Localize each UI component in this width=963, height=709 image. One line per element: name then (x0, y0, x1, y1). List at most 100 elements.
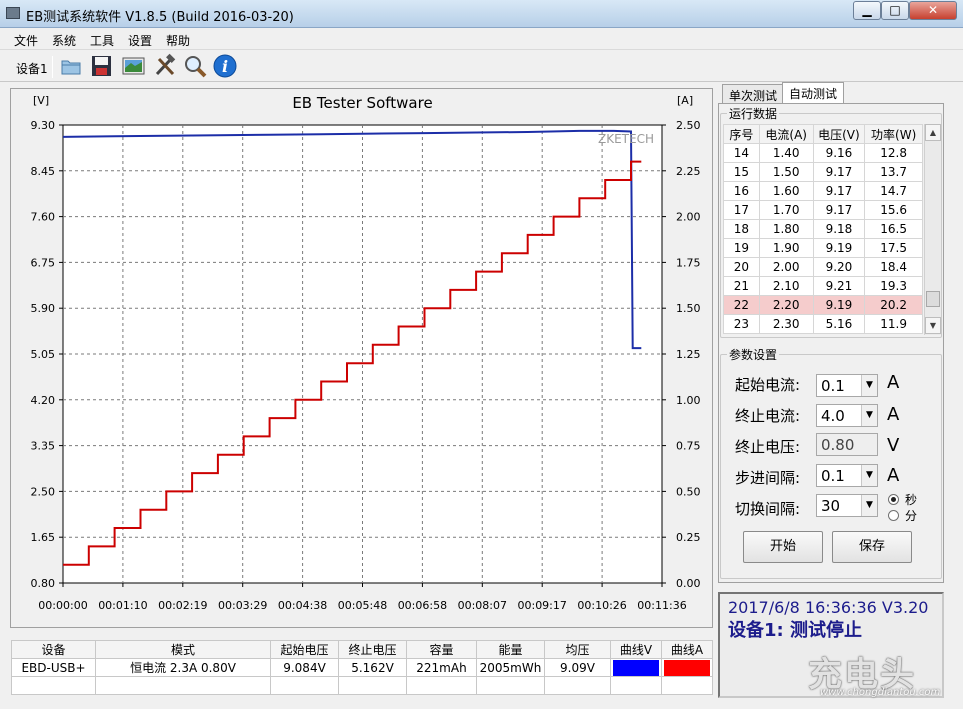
radio-seconds[interactable] (888, 494, 899, 505)
table-row[interactable]: 14 1.40 9.16 12.8 (723, 143, 923, 163)
curve-v-swatch[interactable] (613, 659, 659, 676)
menu-tools[interactable]: 工具 (90, 32, 114, 49)
empty-cell (544, 676, 611, 695)
table-row[interactable]: 20 2.00 9.20 18.4 (723, 257, 923, 277)
scroll-down-button[interactable]: ▼ (925, 317, 941, 334)
empty-cell (338, 676, 407, 695)
table-cell: 5.16 (812, 314, 866, 334)
tools-icon[interactable] (152, 53, 178, 79)
empty-cell (610, 676, 662, 695)
chevron-down-icon[interactable]: ▼ (861, 375, 877, 396)
radio-minutes[interactable] (888, 510, 899, 521)
y-left-tick-label: 2.50 (31, 485, 56, 498)
table-row[interactable]: 23 2.30 5.16 11.9 (723, 314, 923, 334)
table-scrollbar[interactable]: ▲ ▼ (924, 124, 941, 335)
chart-grid (59, 124, 666, 587)
y-left-tick-label: 5.90 (31, 302, 56, 315)
x-tick-label: 00:06:58 (398, 599, 447, 612)
status-message: 设备1: 测试停止 (728, 620, 862, 641)
y-left-tick-label: 7.60 (31, 211, 56, 224)
maximize-button[interactable]: □ (881, 1, 909, 20)
summary-row[interactable]: EBD-USB+ 恒电流 2.3A 0.80V 9.084V 5.162V 22… (11, 658, 713, 677)
empty-cell (406, 676, 477, 695)
curve-v-swatch-cell[interactable] (610, 658, 662, 677)
menu-help[interactable]: 帮助 (166, 32, 190, 49)
summary-cell-device: EBD-USB+ (11, 658, 96, 677)
table-cell: 23 (723, 314, 760, 334)
chevron-down-icon[interactable]: ▼ (861, 495, 877, 516)
start-current-unit: A (887, 372, 900, 393)
save-icon[interactable] (88, 53, 114, 79)
save-button[interactable]: 保存 (832, 531, 912, 563)
summary-cell-stop-voltage: 5.162V (338, 658, 407, 677)
table-row[interactable]: 22 2.20 9.19 20.2 (723, 295, 923, 315)
y-left-tick-label: 9.30 (31, 119, 56, 132)
image-icon[interactable] (120, 53, 146, 79)
search-icon[interactable] (182, 53, 208, 79)
y-right-tick-label: 2.00 (676, 211, 701, 224)
table-row[interactable]: 16 1.60 9.17 14.7 (723, 181, 923, 201)
x-tick-label: 00:10:26 (577, 599, 626, 612)
table-cell: 1.60 (758, 181, 814, 201)
start-current-select[interactable]: 0.1 ▼ (816, 374, 878, 397)
stop-voltage-field[interactable]: 0.80 (816, 433, 878, 456)
empty-cell (95, 676, 271, 695)
minimize-button[interactable]: ▁ (853, 1, 881, 20)
tab-single-test[interactable]: 单次测试 (722, 84, 785, 104)
stop-voltage-value: 0.80 (821, 436, 855, 454)
tab-auto-test[interactable]: 自动测试 (782, 82, 845, 104)
menu-system[interactable]: 系统 (52, 32, 76, 49)
chevron-down-icon[interactable]: ▼ (861, 405, 877, 426)
y-right-tick-label: 0.00 (676, 577, 701, 590)
table-cell: 14.7 (864, 181, 923, 201)
table-cell: 9.17 (812, 181, 866, 201)
curve-a-swatch-cell[interactable] (661, 658, 713, 677)
start-button[interactable]: 开始 (743, 531, 823, 563)
empty-cell (270, 676, 339, 695)
curve-a-swatch[interactable] (664, 659, 710, 676)
table-cell: 20 (723, 257, 760, 277)
table-cell: 9.19 (812, 238, 866, 258)
switch-interval-select[interactable]: 30 ▼ (816, 494, 878, 517)
chevron-down-icon[interactable]: ▼ (861, 465, 877, 486)
summary-empty-row (11, 676, 713, 695)
scroll-up-button[interactable]: ▲ (925, 124, 941, 141)
stop-current-select[interactable]: 4.0 ▼ (816, 404, 878, 427)
x-tick-label: 00:08:07 (458, 599, 507, 612)
stop-current-unit: A (887, 404, 900, 425)
scroll-thumb[interactable] (926, 291, 940, 307)
y-right-tick-label: 0.25 (676, 531, 701, 544)
table-row[interactable]: 19 1.90 9.19 17.5 (723, 238, 923, 258)
table-row[interactable]: 15 1.50 9.17 13.7 (723, 162, 923, 182)
column-header: 序号 (723, 124, 760, 144)
watermark-url: www.chongdiantou.com (820, 687, 941, 698)
left-axis-unit: [V] (33, 94, 49, 107)
table-cell: 14 (723, 143, 760, 163)
status-timestamp: 2017/6/8 16:36:36 V3.20 (728, 598, 929, 617)
table-cell: 17 (723, 200, 760, 220)
folder-icon[interactable] (58, 53, 84, 79)
step-select[interactable]: 0.1 ▼ (816, 464, 878, 487)
table-cell: 1.50 (758, 162, 814, 182)
table-cell: 19 (723, 238, 760, 258)
table-row[interactable]: 21 2.10 9.21 19.3 (723, 276, 923, 296)
summary-cell-avg-voltage: 9.09V (544, 658, 611, 677)
table-row[interactable]: 17 1.70 9.17 15.6 (723, 200, 923, 220)
table-cell: 9.16 (812, 143, 866, 163)
y-right-tick-label: 1.00 (676, 394, 701, 407)
device-selector[interactable]: 设备1 (16, 60, 48, 77)
table-row[interactable]: 18 1.80 9.18 16.5 (723, 219, 923, 239)
run-data-label: 运行数据 (727, 105, 780, 122)
x-tick-label: 00:04:38 (278, 599, 327, 612)
radio-minutes-label: 分 (905, 509, 918, 523)
close-button[interactable]: ✕ (909, 1, 957, 20)
toolbar-separator (52, 56, 53, 78)
menu-file[interactable]: 文件 (14, 32, 38, 49)
chart-panel: 9.30 2.50 8.45 2.25 7.60 2.00 6.75 1.75 5.90 1.50… (10, 88, 713, 628)
info-icon[interactable]: i (212, 53, 238, 79)
start-current-value: 0.1 (821, 377, 845, 395)
menu-settings[interactable]: 设置 (128, 32, 152, 49)
table-cell: 18 (723, 219, 760, 239)
summary-header: 均压 (544, 640, 611, 659)
summary-header: 曲线A (661, 640, 713, 659)
